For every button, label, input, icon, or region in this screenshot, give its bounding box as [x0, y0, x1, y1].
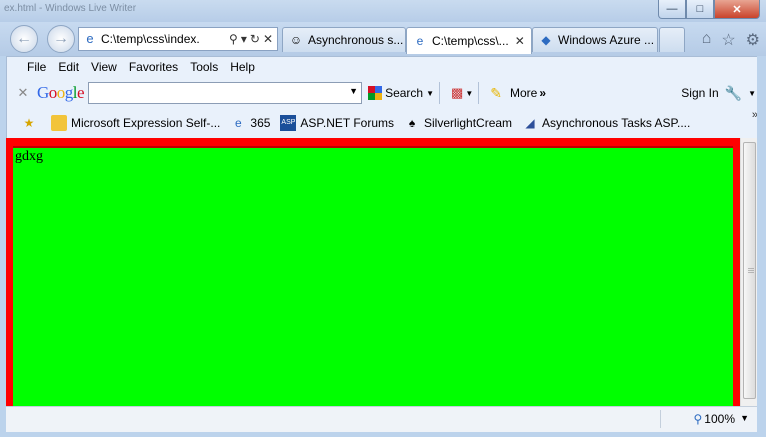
menu-file[interactable]: File	[21, 60, 52, 74]
add-favorite-button[interactable]: ★	[21, 115, 41, 131]
favorite-item[interactable]: e 365	[230, 115, 270, 131]
tab-label: Asynchronous s...	[308, 33, 404, 47]
azure-icon: ◆	[541, 33, 551, 47]
tab-label: Windows Azure ...	[558, 33, 655, 47]
tab-label: C:\temp\css\...	[432, 34, 509, 48]
google-search-icon	[368, 86, 383, 100]
google-logo: Google	[37, 83, 85, 102]
close-button[interactable]: ✕	[714, 0, 760, 19]
person-icon: ☺	[289, 33, 303, 47]
favorites-bar: ★ Microsoft Expression Self-... e 365 AS…	[7, 109, 764, 135]
favorite-item[interactable]: ◢ Asynchronous Tasks ASP....	[522, 115, 690, 131]
gear-icon[interactable]: ⚙	[746, 30, 760, 50]
grip-icon: — — —	[748, 266, 754, 276]
toolbar-area: File Edit View Favorites Tools Help ✕ Go…	[6, 56, 765, 140]
double-chevron-right-icon: »	[539, 86, 546, 100]
menu-edit[interactable]: Edit	[52, 60, 85, 74]
new-tab-button[interactable]	[659, 27, 685, 52]
google-search-input[interactable]: ▼	[88, 82, 363, 104]
menu-tools[interactable]: Tools	[184, 60, 224, 74]
tab-asynchronous[interactable]: ☺ Asynchronous s...	[282, 27, 406, 52]
aspnet-icon: ASP	[280, 115, 297, 131]
star-icon[interactable]: ☆	[721, 30, 735, 50]
refresh-icon[interactable]: ↻	[250, 32, 260, 46]
ie-page-icon: e	[416, 34, 424, 48]
window-controls: — □ ✕	[658, 0, 760, 19]
ie-page-icon: e	[86, 31, 94, 46]
vs-icon: ◢	[525, 116, 535, 130]
minimize-button[interactable]: —	[658, 0, 686, 19]
search-icon[interactable]: ⚲	[229, 32, 238, 46]
home-icon[interactable]: ⌂	[702, 30, 712, 50]
chevron-down-icon[interactable]: ▾	[241, 32, 247, 46]
address-url[interactable]: C:\temp\css\index.	[101, 32, 229, 46]
green-box: gdxg	[13, 146, 733, 408]
forward-arrow-icon: →	[53, 30, 69, 47]
zoom-control[interactable]: ⚲ 100%	[694, 412, 736, 426]
back-button[interactable]: ←	[10, 25, 38, 53]
close-icon[interactable]: ✕	[263, 32, 273, 46]
close-tab-icon[interactable]: ✕	[515, 34, 525, 48]
page-content: gdxg	[6, 138, 740, 408]
tab-local-file[interactable]: e C:\temp\css\... ✕	[406, 27, 532, 54]
chevron-down-icon: ▼	[426, 88, 435, 98]
popup-blocker-icon: ▩	[451, 85, 464, 100]
window-title: ex.html - Windows Live Writer	[4, 3, 137, 14]
ie-page-icon: e	[235, 116, 242, 130]
menu-bar: File Edit View Favorites Tools Help	[7, 57, 764, 77]
google-toolbar: ✕ Google ▼ Search ▼ ▩ ▼ ✎ More » Sign In…	[7, 79, 764, 107]
menu-view[interactable]: View	[85, 60, 123, 74]
vertical-scrollbar[interactable]: — — —	[740, 138, 758, 406]
chevron-down-icon[interactable]: ▼	[349, 86, 358, 96]
zoom-level: 100%	[704, 412, 735, 426]
favorite-item[interactable]: ♠ SilverlightCream	[404, 115, 512, 131]
menu-help[interactable]: Help	[224, 60, 261, 74]
page-text: gdxg	[15, 149, 43, 164]
status-bar: ⚲ 100% ▼	[6, 406, 757, 432]
zoom-icon: ⚲	[693, 412, 703, 426]
maximize-button[interactable]: □	[686, 0, 714, 19]
forward-button[interactable]: →	[47, 25, 75, 53]
close-toolbar-icon[interactable]: ✕	[13, 85, 33, 101]
back-arrow-icon: ←	[16, 30, 32, 47]
folder-icon	[51, 115, 67, 131]
popup-blocker-button[interactable]: ▩ ▼	[451, 85, 473, 101]
tab-windows-azure[interactable]: ◆ Windows Azure ...	[532, 27, 658, 52]
favorite-item[interactable]: ASP ASP.NET Forums	[280, 115, 394, 131]
pencil-icon: ✎	[490, 84, 502, 101]
google-search-button[interactable]: Search ▼	[368, 86, 434, 100]
menu-favorites[interactable]: Favorites	[123, 60, 184, 74]
scrollbar-thumb[interactable]: — — —	[743, 142, 756, 399]
spade-icon: ♠	[408, 116, 416, 130]
sign-in-link[interactable]: Sign In	[681, 86, 718, 100]
chevron-down-icon[interactable]: ▼	[748, 89, 756, 98]
address-bar[interactable]: e C:\temp\css\index. ⚲ ▾ ↻ ✕	[78, 27, 278, 51]
browser-window: ex.html - Windows Live Writer — □ ✕ ← → …	[0, 0, 766, 437]
add-favorites-star-icon: ★	[23, 116, 35, 130]
navigation-bar: ← → e C:\temp\css\index. ⚲ ▾ ↻ ✕ ☺ Async…	[0, 22, 766, 56]
wrench-icon[interactable]: 🔧	[725, 85, 742, 102]
more-button[interactable]: ✎ More »	[490, 85, 546, 102]
chevron-down-icon[interactable]: ▼	[740, 413, 749, 423]
title-bar: ex.html - Windows Live Writer — □ ✕	[0, 0, 766, 22]
favorite-item[interactable]: Microsoft Expression Self-...	[51, 115, 220, 131]
chevron-down-icon: ▼	[465, 88, 474, 98]
